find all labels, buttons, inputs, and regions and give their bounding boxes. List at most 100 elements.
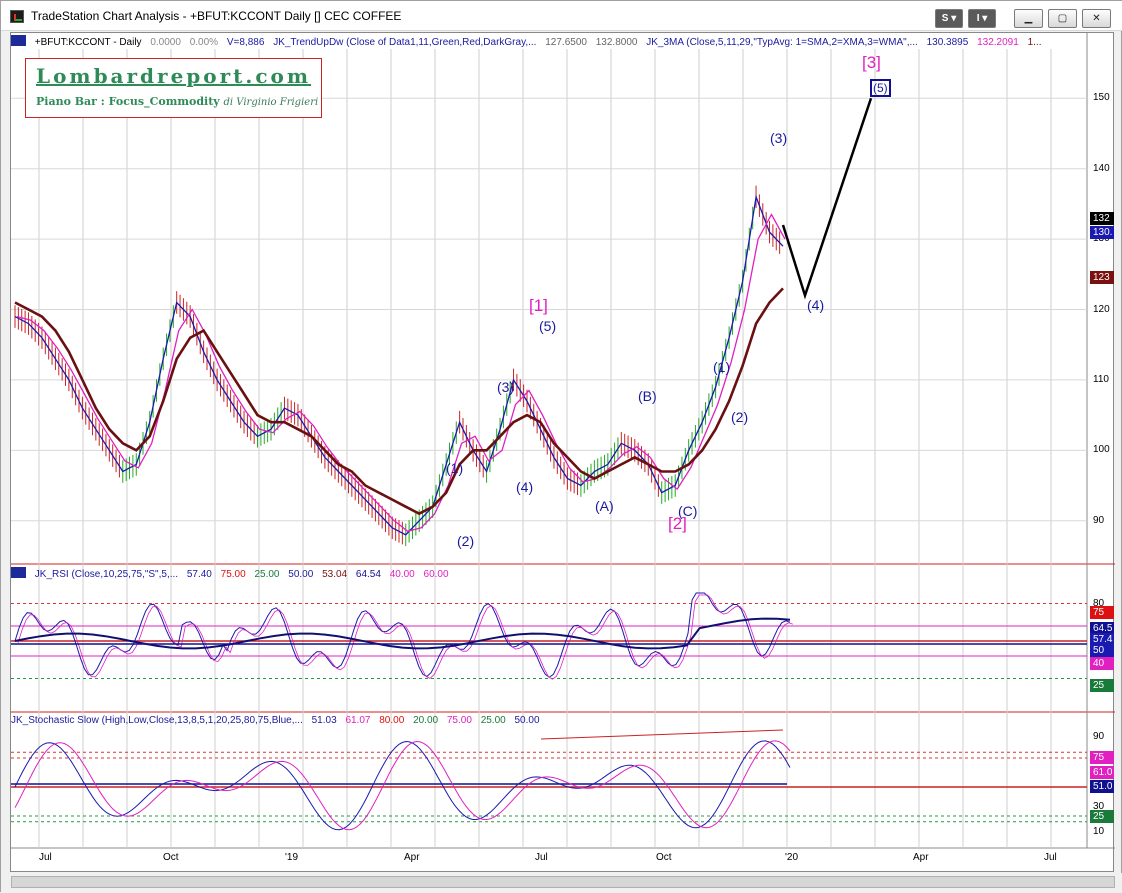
chart-canvas[interactable]	[11, 33, 1115, 873]
stoch-axis-label: 90	[1093, 731, 1105, 742]
mid-ma-line	[16, 213, 786, 533]
wave-projection-line	[781, 97, 873, 300]
rsi-value: 50.00	[288, 569, 314, 580]
chart-area[interactable]: +BFUT:KCCONT - Daily 0.0000 0.00% V=8,88…	[10, 32, 1115, 873]
tradestation-app-icon	[10, 10, 24, 23]
logo-title: Lombardreport.com	[36, 64, 312, 88]
stoch-value: 20.00	[413, 715, 439, 726]
stoch-value: 25.00	[480, 715, 506, 726]
net-change: 0.0000	[150, 37, 181, 48]
stoch-axis-label: 10	[1093, 826, 1105, 837]
price-axis-label: 90	[1093, 514, 1105, 526]
rsi-study-label: JK_RSI (Close,10,25,75,"S",5,...	[34, 569, 179, 580]
time-axis-label: Apr	[913, 852, 929, 863]
trend-value-2: 132.8000	[595, 37, 638, 48]
title-bar: TradeStation Chart Analysis - +BFUT:KCCO…	[1, 1, 1122, 31]
stoch-value: 75.00	[446, 715, 472, 726]
elliott-wave-label: (3)	[770, 130, 788, 146]
logo-subtitle-author: di Virginio Frigieri	[223, 97, 319, 108]
time-axis-label: Apr	[404, 852, 420, 863]
time-axis-label: Jul	[1044, 852, 1057, 863]
net-change-pct: 0.00%	[189, 37, 219, 48]
rsi-study-icon	[11, 567, 26, 578]
elliott-wave-label: (4)	[516, 479, 534, 495]
stoch-value-tag: 61.0	[1090, 766, 1114, 779]
time-axis-label: '20	[785, 852, 799, 863]
price-value-tag: 123	[1090, 271, 1114, 284]
stoch-study-label: JK_Stochastic Slow (High,Low,Close,13,8,…	[11, 715, 303, 726]
price-value-tag: 130.	[1090, 226, 1114, 239]
chart-symbol-icon	[11, 35, 26, 46]
rsi-pane-header: JK_RSI (Close,10,25,75,"S",5,... 57.40 7…	[11, 567, 1089, 581]
fast-ma-line	[14, 194, 784, 536]
price-axis-label: 140	[1093, 162, 1110, 174]
maximize-button[interactable]: ▢	[1048, 9, 1077, 28]
lombardreport-logo: Lombardreport.com Piano Bar : Focus_Comm…	[25, 58, 322, 118]
price-axis-label: 150	[1093, 92, 1110, 104]
slow-ma-line	[14, 287, 784, 516]
elliott-wave-label: (A)	[595, 498, 614, 514]
price-axis-label: 120	[1093, 303, 1110, 315]
rsi-value: 60.00	[423, 569, 449, 580]
symbol-label: +BFUT:KCCONT - Daily	[34, 37, 142, 48]
elliott-wave-label: (1)	[713, 359, 731, 375]
app-window: TradeStation Chart Analysis - +BFUT:KCCO…	[0, 0, 1122, 893]
trend-value-1: 127.6500	[545, 37, 587, 48]
elliott-wave-label: (4)	[807, 297, 825, 313]
rsi-signal-line	[17, 594, 794, 680]
elliott-wave-label: (5)	[870, 79, 891, 97]
trend-study-label: JK_TrendUpDw (Close of Data1,11,Green,Re…	[273, 37, 537, 48]
minimize-button[interactable]: ▁	[1014, 9, 1043, 28]
rsi-value: 53.04	[322, 569, 348, 580]
window-title: TradeStation Chart Analysis - +BFUT:KCCO…	[31, 9, 402, 23]
elliott-major-wave-label: [3]	[862, 53, 881, 72]
rsi-line	[14, 592, 791, 678]
volume: V=8,886	[226, 37, 265, 48]
logo-subtitle: Piano Bar : Focus_Commodity di Virginio …	[36, 95, 318, 108]
horizontal-scrollbar[interactable]	[11, 876, 1115, 888]
time-axis-label: Jul	[535, 852, 548, 863]
price-value-tag: 132	[1090, 212, 1114, 225]
elliott-major-wave-label: [1]	[529, 296, 548, 315]
time-axis-label: Oct	[163, 852, 179, 863]
close-button[interactable]: ✕	[1082, 9, 1111, 28]
price-axis-label: 110	[1093, 373, 1109, 385]
time-axis-label: Oct	[656, 852, 672, 863]
elliott-wave-label: (3)	[497, 379, 515, 395]
time-axis-label: Jul	[39, 852, 52, 863]
elliott-wave-label: (2)	[457, 533, 475, 549]
time-axis-label: '19	[285, 852, 299, 863]
price-axis-label: 100	[1093, 444, 1110, 456]
elliott-wave-label: (B)	[638, 388, 657, 404]
elliott-wave-label: (5)	[539, 318, 557, 334]
stoch-value: 50.00	[514, 715, 540, 726]
symbol-menu-button[interactable]: S ▾	[935, 9, 963, 28]
stoch-value: 61.07	[345, 715, 371, 726]
stoch-value-tag: 75	[1090, 751, 1114, 764]
rsi-value-tag: 25	[1090, 679, 1114, 692]
rsi-value: 75.00	[220, 569, 246, 580]
rsi-value: 57.40	[186, 569, 212, 580]
rsi-value: 40.00	[389, 569, 415, 580]
price-pane-header: +BFUT:KCCONT - Daily 0.0000 0.00% V=8,88…	[11, 35, 1089, 49]
divergence-line	[540, 729, 784, 740]
rsi-value-tag: 40	[1090, 657, 1114, 670]
elliott-major-wave-label: [2]	[668, 514, 687, 533]
elliott-wave-label: (2)	[731, 409, 749, 425]
rsi-value-tag: 50	[1090, 644, 1114, 657]
stoch-value-tag: 51.0	[1090, 780, 1114, 793]
stoch-value: 51.03	[311, 715, 337, 726]
ma-value-3: 1...	[1027, 37, 1042, 48]
stochastic-pane-header: JK_Stochastic Slow (High,Low,Close,13,8,…	[11, 715, 1089, 729]
elliott-wave-label: (1)	[446, 460, 464, 476]
rsi-value: 25.00	[254, 569, 280, 580]
rsi-value: 64.54	[355, 569, 381, 580]
stoch-value: 80.00	[379, 715, 405, 726]
ma-value-1: 130.3895	[926, 37, 969, 48]
logo-subtitle-main: Piano Bar : Focus_Commodity	[36, 95, 220, 108]
indicator-menu-button[interactable]: I ▾	[968, 9, 996, 28]
stoch-value-tag: 25	[1090, 810, 1114, 823]
ma-study-label: JK_3MA (Close,5,11,29,"TypAvg: 1=SMA,2=X…	[646, 37, 918, 48]
ma-value-2: 132.2091	[977, 37, 1019, 48]
rsi-value-tag: 75	[1090, 606, 1114, 619]
